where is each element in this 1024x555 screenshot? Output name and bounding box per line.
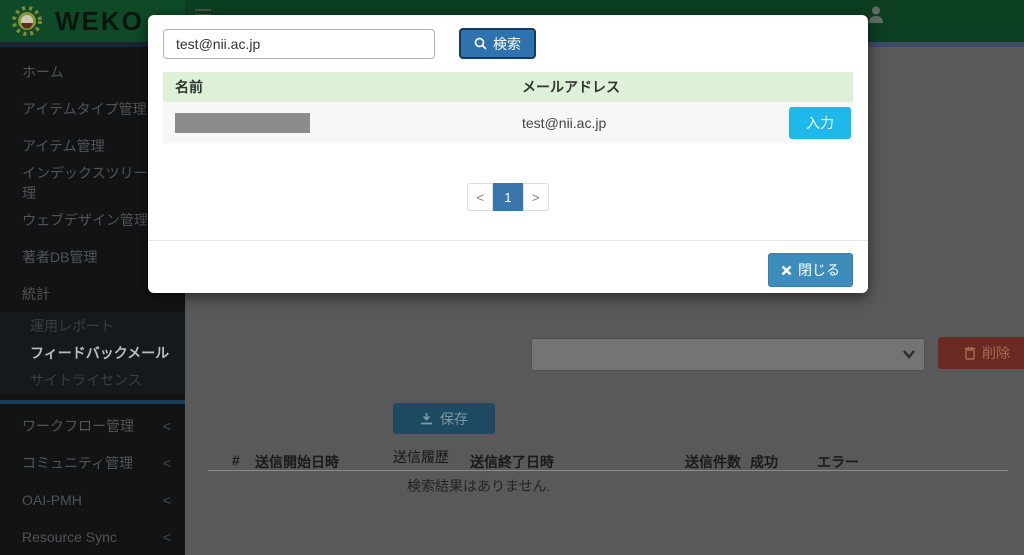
pagination-next-button[interactable]: > xyxy=(523,183,549,211)
modal-footer: 閉じる xyxy=(148,240,868,293)
chevron-down-icon xyxy=(902,349,916,359)
chevron-left-icon: < xyxy=(163,418,171,434)
history-col-end: 送信終了日時 xyxy=(470,452,554,472)
sidebar-item-resource-sync[interactable]: Resource Sync < xyxy=(0,518,185,555)
trash-icon xyxy=(964,346,976,360)
user-results-table: 名前 メールアドレス test@nii.ac.jp 入力 xyxy=(163,72,853,143)
user-email-cell: test@nii.ac.jp xyxy=(510,102,738,143)
table-row: test@nii.ac.jp 入力 xyxy=(163,102,853,143)
chevron-left-icon: < xyxy=(163,492,171,508)
sidebar-item-operation-report[interactable]: 運用レポート xyxy=(0,312,185,339)
sidebar-item-workflow[interactable]: ワークフロー管理 < xyxy=(0,407,185,444)
close-x-icon xyxy=(781,265,792,276)
brand-title: WEKO xyxy=(55,6,144,37)
search-button[interactable]: 検索 xyxy=(459,28,536,59)
no-results-text: 検索結果はありません. xyxy=(407,476,550,496)
active-section-indicator xyxy=(0,400,185,404)
pagination: < 1 > xyxy=(163,183,853,211)
redacted-username xyxy=(175,113,310,133)
history-table-divider xyxy=(208,470,1008,471)
sidebar-item-site-license[interactable]: サイトライセンス xyxy=(0,366,185,393)
user-search-modal: 検索 名前 メールアドレス test@nii.ac.jp 入力 < xyxy=(148,15,868,293)
history-col-count: 送信件数 xyxy=(685,452,741,472)
delete-button[interactable]: 削除 xyxy=(938,337,1024,369)
select-user-button[interactable]: 入力 xyxy=(789,107,851,139)
sidebar-item-community[interactable]: コミュニティ管理 < xyxy=(0,444,185,481)
sidebar-item-feedback-mail[interactable]: フィードバックメール xyxy=(0,339,185,366)
sidebar-item-oai-pmh[interactable]: OAI-PMH < xyxy=(0,481,185,518)
weko-sun-icon xyxy=(8,4,46,38)
save-icon xyxy=(420,412,433,425)
col-header-email: メールアドレス xyxy=(510,72,738,102)
pagination-prev-button[interactable]: < xyxy=(467,183,493,211)
send-history-title: 送信履歴 xyxy=(393,447,449,467)
recipient-select[interactable] xyxy=(531,338,925,371)
chevron-left-icon: < xyxy=(163,529,171,545)
history-col-error: エラー xyxy=(817,452,859,472)
user-menu-icon[interactable] xyxy=(866,4,890,28)
close-modal-button[interactable]: 閉じる xyxy=(768,253,853,287)
pagination-page-1[interactable]: 1 xyxy=(493,183,523,211)
history-col-number: # xyxy=(232,452,240,468)
search-icon xyxy=(474,37,487,50)
email-search-input[interactable] xyxy=(163,29,435,59)
chevron-left-icon: < xyxy=(163,455,171,471)
statistics-submenu: 運用レポート フィードバックメール サイトライセンス xyxy=(0,312,185,393)
history-col-success: 成功 xyxy=(750,452,778,472)
save-button[interactable]: 保存 xyxy=(393,403,495,434)
history-col-start: 送信開始日時 xyxy=(255,452,339,472)
col-header-name: 名前 xyxy=(163,72,510,102)
